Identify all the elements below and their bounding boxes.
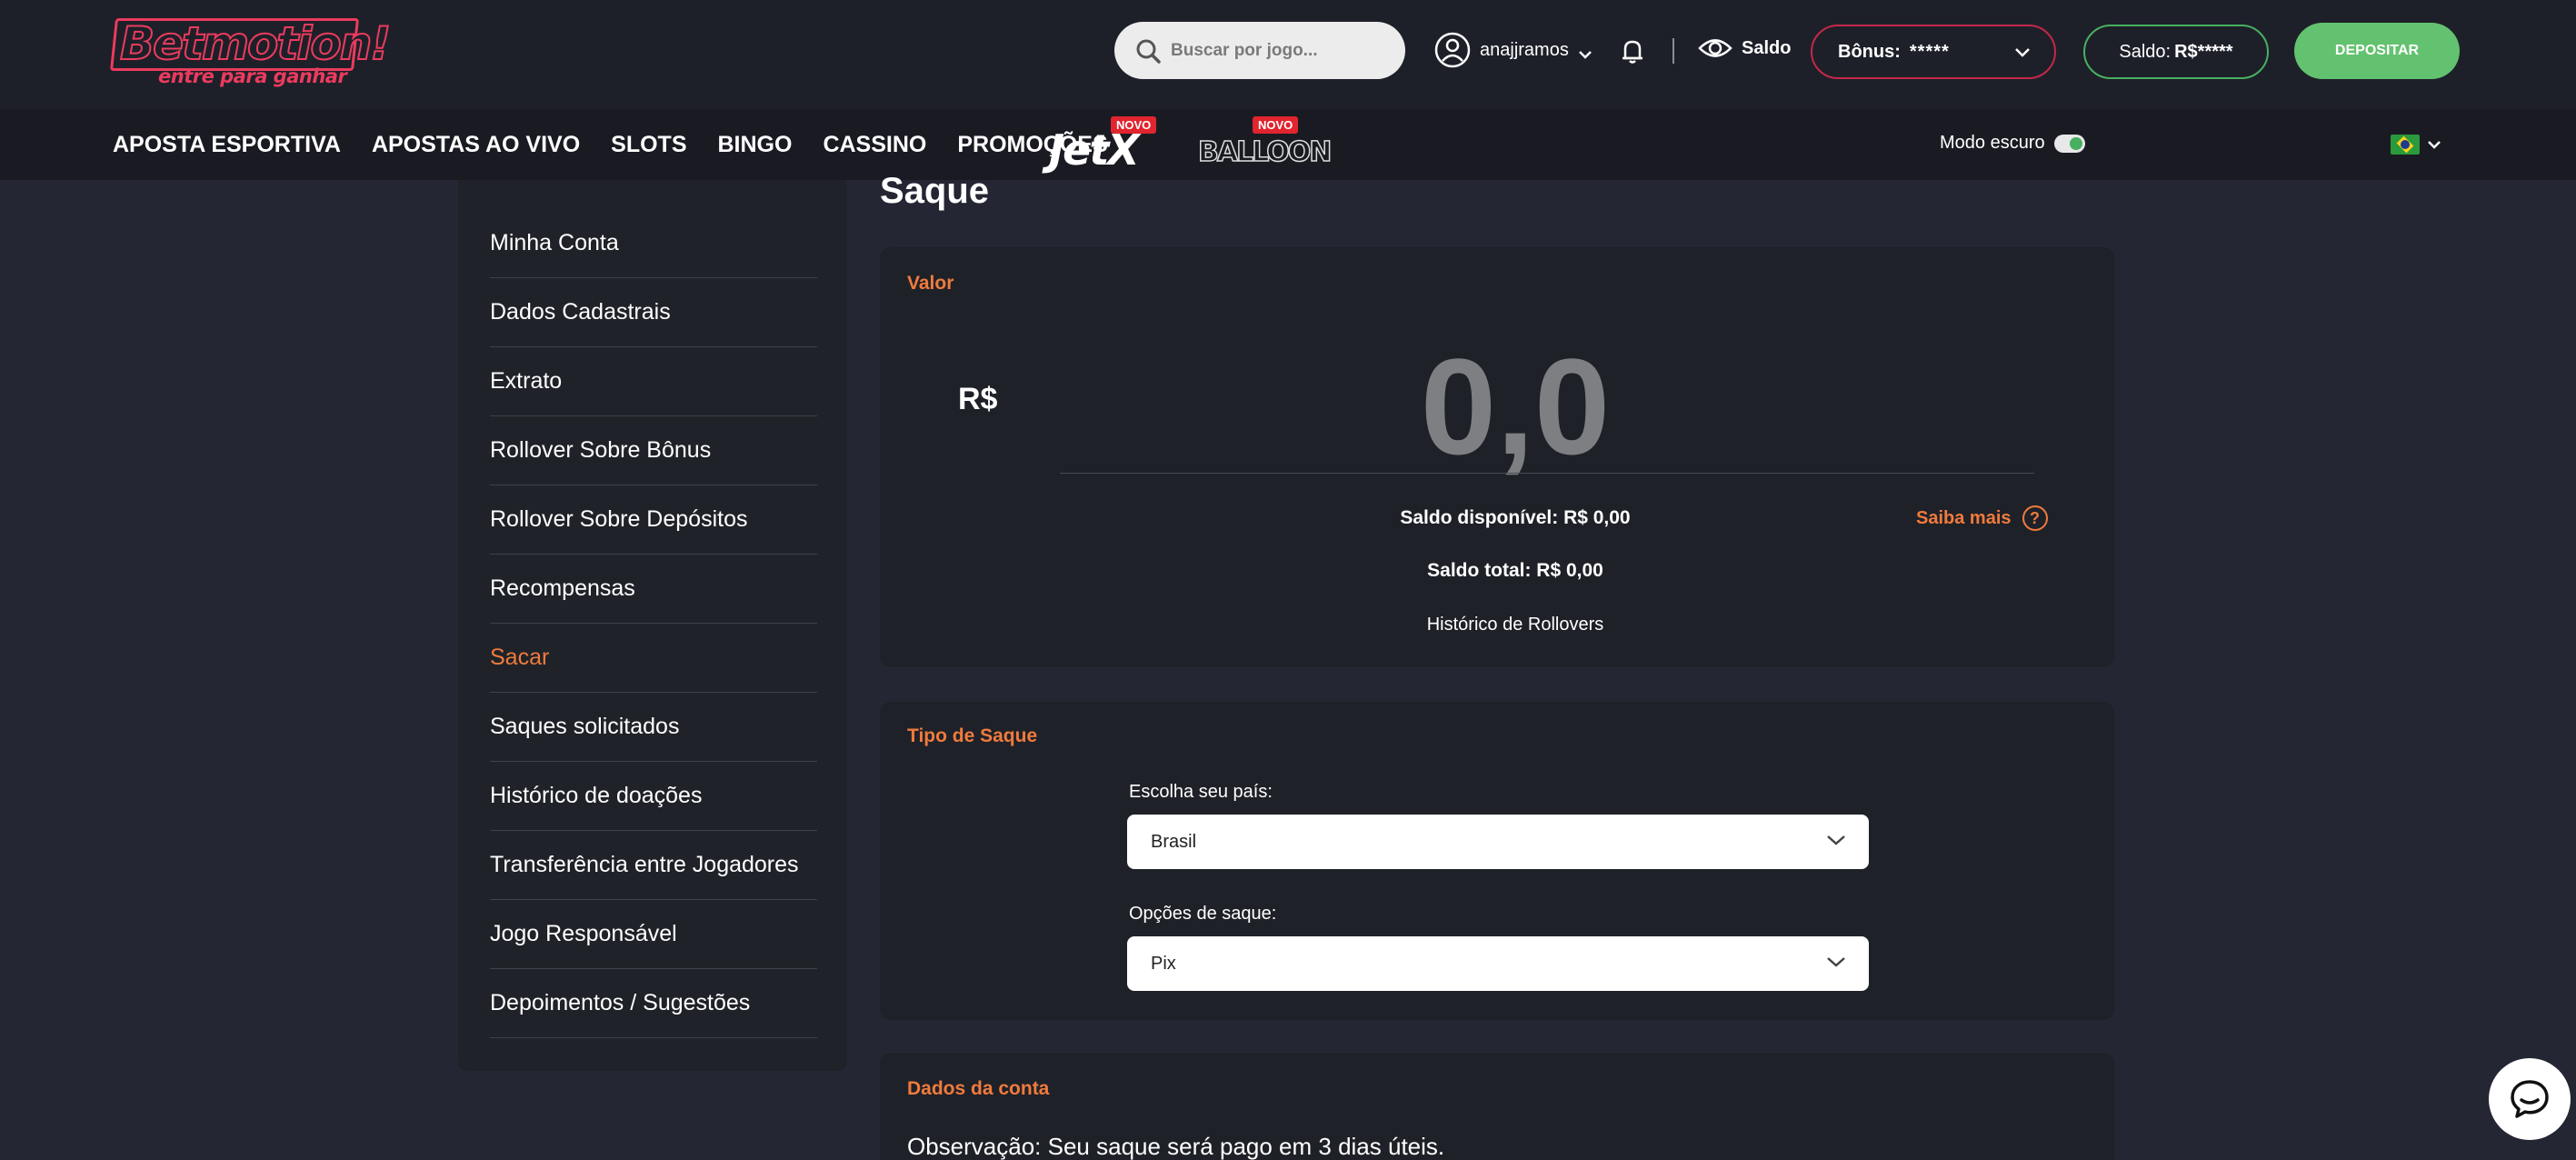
tipo-saque-title: Tipo de Saque	[907, 725, 1038, 746]
username: anajjramos	[1480, 39, 1569, 60]
toggle-switch[interactable]	[2053, 134, 2085, 153]
country-label: Escolha seu país:	[1129, 782, 1273, 802]
withdraw-option-label: Opções de saque:	[1129, 904, 1277, 924]
balloon-logo-text: BALLOON	[1197, 135, 1333, 169]
amount-input[interactable]: 0,0	[880, 338, 2114, 475]
saiba-mais-label: Saiba mais	[1916, 507, 2012, 528]
sidebar-item-jogo-responsavel[interactable]: Jogo Responsável	[490, 900, 817, 969]
sidebar-item-rollover-bonus[interactable]: Rollover Sobre Bônus	[490, 416, 817, 485]
amount-underline	[1060, 473, 2034, 474]
logo-tagline: entre para ganhar	[158, 65, 347, 87]
nav-items: APOSTA ESPORTIVA APOSTAS AO VIVO SLOTS B…	[113, 109, 1139, 180]
saiba-mais-link[interactable]: Saiba mais ?	[1916, 505, 2048, 531]
nav-cassino[interactable]: CASSINO	[823, 132, 926, 158]
sidebar-item-minha-conta[interactable]: Minha Conta	[490, 209, 817, 278]
saldo-value: R$*****	[2174, 41, 2233, 62]
header-divider	[1672, 38, 1674, 64]
sidebar-item-dados-cadastrais[interactable]: Dados Cadastrais	[490, 278, 817, 347]
saldo-label: Saldo:	[2119, 41, 2172, 62]
new-badge: NOVO	[1253, 116, 1299, 134]
saldo-display[interactable]: Saldo: R$*****	[2083, 25, 2269, 79]
nav-slots[interactable]: SLOTS	[611, 132, 686, 158]
chevron-down-icon	[2015, 48, 2030, 57]
chat-bubble-icon	[2511, 1080, 2549, 1118]
withdraw-option-value: Pix	[1151, 953, 1176, 974]
new-badge: NOVO	[1111, 116, 1157, 134]
dark-mode-label: Modo escuro	[1940, 133, 2045, 153]
saldo-total: Saldo total: R$ 0,00	[1427, 560, 1603, 581]
saldo-visibility-toggle[interactable]: Saldo	[1698, 35, 1791, 62]
top-header: Betmotion! entre para ganhar anajjramos …	[0, 0, 2576, 109]
search-input[interactable]	[1171, 40, 1389, 61]
tipo-saque-card: Tipo de Saque Escolha seu país: Brasil O…	[880, 702, 2114, 1020]
bell-icon[interactable]	[1618, 36, 1647, 65]
logo-text: Betmotion!	[119, 17, 392, 70]
chevron-down-icon	[1578, 51, 1592, 59]
main-nav: APOSTA ESPORTIVA APOSTAS AO VIVO SLOTS B…	[0, 109, 2576, 180]
betmotion-logo[interactable]: Betmotion! entre para ganhar	[109, 18, 392, 93]
language-selector[interactable]	[2391, 135, 2441, 155]
sidebar-item-extrato[interactable]: Extrato	[490, 347, 817, 416]
nav-balloon-logo[interactable]: BALLOON NOVO	[1196, 116, 1333, 175]
nav-jetx-logo[interactable]: JetX NOVO	[1045, 116, 1157, 175]
sidebar-item-historico-doacoes[interactable]: Histórico de doações	[490, 762, 817, 831]
live-chat-button[interactable]	[2489, 1058, 2571, 1140]
eye-icon	[1698, 39, 1732, 57]
brazil-flag-icon	[2391, 135, 2420, 155]
valor-card-title: Valor	[907, 273, 954, 294]
valor-card: Valor R$ 0,0 Saldo disponível: R$ 0,00 S…	[880, 247, 2114, 667]
bonus-dropdown[interactable]: Bônus: *****	[1811, 25, 2056, 79]
nav-apostas-ao-vivo[interactable]: APOSTAS AO VIVO	[372, 132, 580, 158]
account-sidebar: Minha Conta Dados Cadastrais Extrato Rol…	[458, 180, 847, 1071]
country-value: Brasil	[1151, 831, 1197, 852]
sidebar-item-depoimentos[interactable]: Depoimentos / Sugestões	[490, 969, 817, 1038]
sidebar-item-recompensas[interactable]: Recompensas	[490, 555, 817, 624]
deposit-button[interactable]: DEPOSITAR	[2294, 23, 2460, 79]
dados-conta-card: Dados da conta Observação: Seu saque ser…	[880, 1053, 2114, 1160]
sidebar-item-rollover-depositos[interactable]: Rollover Sobre Depósitos	[490, 485, 817, 555]
sidebar-item-sacar[interactable]: Sacar	[490, 624, 817, 693]
bonus-label: Bônus:	[1838, 41, 1901, 62]
sidebar-item-transferencia[interactable]: Transferência entre Jogadores	[490, 831, 817, 900]
search-bar[interactable]	[1114, 22, 1405, 79]
historico-rollovers-link[interactable]: Histórico de Rollovers	[880, 615, 2114, 635]
withdraw-option-select[interactable]: Pix	[1127, 936, 1869, 991]
nav-bingo[interactable]: BINGO	[718, 132, 793, 158]
page-title: Saque	[880, 171, 990, 211]
sidebar-item-saques-solicitados[interactable]: Saques solicitados	[490, 693, 817, 762]
user-avatar-icon	[1434, 32, 1471, 68]
nav-aposta-esportiva[interactable]: APOSTA ESPORTIVA	[113, 132, 341, 158]
saldo-toggle-label: Saldo	[1742, 37, 1792, 58]
chevron-down-icon	[2428, 141, 2441, 149]
dark-mode-switch[interactable]: Modo escuro	[1940, 133, 2085, 154]
chevron-down-icon	[1827, 835, 1845, 845]
observacao-text: Observação: Seu saque será pago em 3 dia…	[907, 1133, 1445, 1160]
bonus-value: *****	[1909, 41, 1950, 62]
dados-conta-title: Dados da conta	[907, 1078, 1050, 1099]
search-icon	[1136, 39, 1161, 64]
user-menu[interactable]: anajjramos	[1434, 31, 1593, 69]
help-icon: ?	[2022, 505, 2048, 531]
country-select[interactable]: Brasil	[1127, 815, 1869, 869]
chevron-down-icon	[1827, 957, 1845, 967]
